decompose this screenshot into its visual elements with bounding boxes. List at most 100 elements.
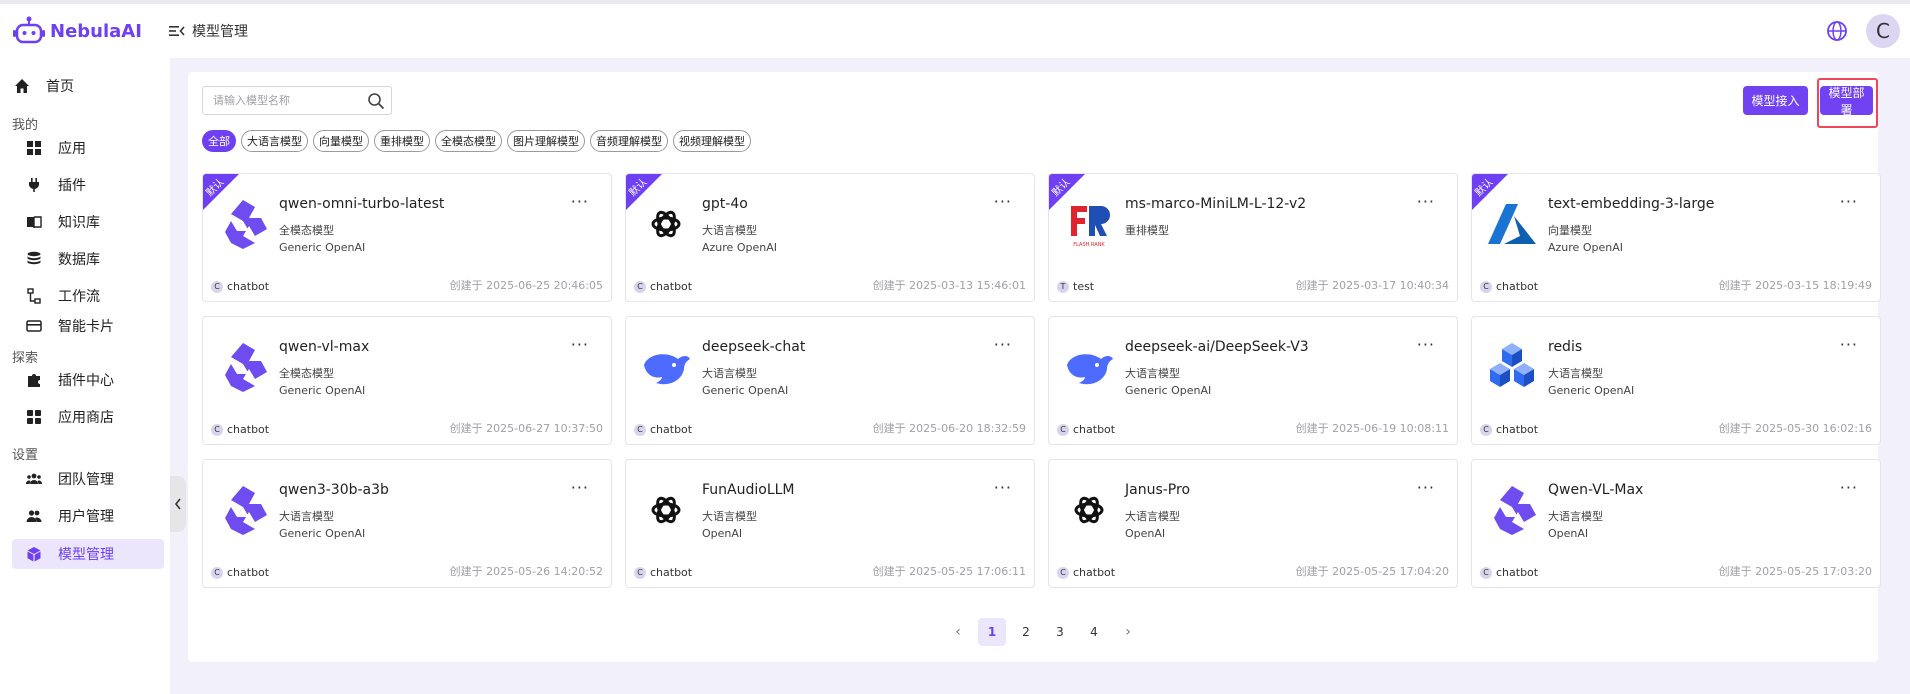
model-name: gpt-4o: [702, 196, 748, 212]
search-input[interactable]: [211, 93, 367, 108]
prev-page-button[interactable]: ‹: [944, 618, 972, 646]
sidebar-item-label: 团队管理: [58, 472, 114, 488]
users-icon: [26, 510, 42, 522]
created-time: 创建于 2025-05-25 17:06:11: [872, 565, 1026, 578]
more-options-button[interactable]: ···: [571, 478, 589, 497]
model-name: qwen-omni-turbo-latest: [279, 196, 445, 212]
filter-chip-audio[interactable]: 音频理解模型: [590, 130, 668, 152]
model-card[interactable]: Qwen-VL-Max 大语言模型 OpenAI ··· Cchatbot 创建于 202…: [1471, 459, 1881, 588]
model-card[interactable]: deepseek-ai/DeepSeek-V3 大语言模型 Generic Open…: [1048, 316, 1458, 445]
sidebar-item-knowledge[interactable]: 知识库: [12, 207, 164, 237]
sidebar-item-label: 智能卡片: [58, 319, 114, 335]
model-provider: Azure OpenAI: [702, 241, 777, 254]
page-button-3[interactable]: 3: [1046, 618, 1074, 646]
model-type: 大语言模型: [1548, 510, 1603, 523]
avatar[interactable]: C: [1866, 14, 1900, 48]
more-options-button[interactable]: ···: [571, 192, 589, 211]
home-icon: [15, 79, 29, 93]
model-card[interactable]: deepseek-chat 大语言模型 Generic OpenAI ··· Cchat…: [625, 316, 1035, 445]
brand[interactable]: NebulaAI: [12, 14, 160, 48]
filter-chip-video[interactable]: 视频理解模型: [673, 130, 751, 152]
sidebar-item-smart-card[interactable]: 智能卡片: [12, 311, 164, 341]
filter-chip-embedding[interactable]: 向量模型: [313, 130, 369, 152]
owner-name: chatbot: [1496, 566, 1539, 579]
more-options-button[interactable]: ···: [994, 335, 1012, 354]
model-owner: Cchatbot: [1480, 566, 1538, 579]
more-options-button[interactable]: ···: [1840, 478, 1858, 497]
filter-chip-image[interactable]: 图片理解模型: [507, 130, 585, 152]
model-type: 重排模型: [1125, 224, 1169, 237]
model-card[interactable]: 默认 qwen-omni-turbo-latest 全模态模型 Generic Ope…: [202, 173, 612, 302]
section-label-mine: 我的: [12, 118, 39, 133]
more-options-button[interactable]: ···: [1840, 335, 1858, 354]
globe-icon[interactable]: [1826, 20, 1848, 42]
model-card[interactable]: qwen-vl-max 全模态模型 Generic OpenAI ··· Cchatbo…: [202, 316, 612, 445]
created-time: 创建于 2025-06-20 18:32:59: [872, 422, 1026, 435]
model-import-button[interactable]: 模型接入: [1743, 86, 1808, 115]
model-card[interactable]: Janus-Pro 大语言模型 OpenAI ··· Cchatbot 创建于 2025-…: [1048, 459, 1458, 588]
sidebar-item-workflow[interactable]: 工作流: [12, 281, 164, 311]
more-options-button[interactable]: ···: [1417, 478, 1435, 497]
pagination: ‹ 1 2 3 4 ›: [944, 618, 1148, 646]
created-time: 创建于 2025-05-25 17:03:20: [1718, 565, 1872, 578]
main-panel: 模型接入 模型部署 全部 大语言模型 向量模型 重排模型 全模态模型 图片理解模…: [188, 72, 1881, 662]
created-time: 创建于 2025-06-27 10:37:50: [449, 422, 603, 435]
next-page-button[interactable]: ›: [1114, 618, 1142, 646]
model-card[interactable]: 默认 FLASH RANK ms-marco-MiniLM-L-12-v2 重排模型 ·…: [1048, 173, 1458, 302]
model-provider: Azure OpenAI: [1548, 241, 1623, 254]
filter-chip-omni[interactable]: 全模态模型: [435, 130, 502, 152]
sidebar-item-label: 模型管理: [58, 547, 114, 563]
model-type: 大语言模型: [702, 367, 757, 380]
model-owner: Cchatbot: [634, 423, 692, 436]
more-options-button[interactable]: ···: [994, 478, 1012, 497]
filter-chip-llm[interactable]: 大语言模型: [241, 130, 308, 152]
filter-chips: 全部 大语言模型 向量模型 重排模型 全模态模型 图片理解模型 音频理解模型 视…: [202, 130, 756, 152]
puzzle-icon: [28, 374, 40, 387]
model-provider: Generic OpenAI: [1548, 384, 1635, 397]
filter-chip-rerank[interactable]: 重排模型: [374, 130, 430, 152]
sidebar-item-apps[interactable]: 应用: [12, 133, 164, 163]
workflow-icon: [27, 288, 41, 304]
more-options-button[interactable]: ···: [571, 335, 589, 354]
search-box[interactable]: [202, 86, 392, 115]
page-button-1[interactable]: 1: [978, 618, 1006, 646]
page-button-2[interactable]: 2: [1012, 618, 1040, 646]
sidebar-item-label: 插件: [58, 178, 86, 194]
sidebar-item-home[interactable]: 首页: [12, 71, 164, 101]
more-options-button[interactable]: ···: [994, 192, 1012, 211]
owner-name: chatbot: [227, 423, 270, 436]
sidebar-item-model-management[interactable]: 模型管理: [12, 539, 164, 569]
owner-avatar: C: [211, 566, 223, 579]
sidebar-item-plugin-center[interactable]: 插件中心: [12, 365, 164, 395]
filter-chip-all[interactable]: 全部: [202, 130, 236, 152]
more-options-button[interactable]: ···: [1840, 192, 1858, 211]
owner-avatar: C: [211, 280, 223, 293]
model-card[interactable]: FunAudioLLM 大语言模型 OpenAI ··· Cchatbot 创建于 202…: [625, 459, 1035, 588]
owner-name: chatbot: [1073, 566, 1116, 579]
chevron-left-icon: [174, 498, 181, 510]
model-card[interactable]: 默认 text-embedding-3-large 向量模型 Azure OpenAI…: [1471, 173, 1881, 302]
model-owner: Cchatbot: [211, 280, 269, 293]
model-name: text-embedding-3-large: [1548, 196, 1715, 212]
model-type: 向量模型: [1548, 224, 1592, 237]
model-card[interactable]: redis 大语言模型 Generic OpenAI ··· Cchatbot 创建于 2…: [1471, 316, 1881, 445]
search-icon[interactable]: [367, 92, 385, 110]
sidebar-item-users[interactable]: 用户管理: [12, 501, 164, 531]
sidebar-item-app-store[interactable]: 应用商店: [12, 402, 164, 432]
model-card[interactable]: qwen3-30b-a3b 大语言模型 Generic OpenAI ··· Cchat…: [202, 459, 612, 588]
openai-icon: [638, 196, 694, 252]
section-label-settings: 设置: [12, 448, 39, 463]
owner-avatar: C: [1480, 423, 1492, 436]
sidebar-collapse-handle[interactable]: [170, 476, 186, 532]
sidebar-item-plugins[interactable]: 插件: [12, 170, 164, 200]
menu-toggle[interactable]: 模型管理: [168, 21, 248, 41]
openai-icon: [638, 482, 694, 538]
model-card[interactable]: 默认 gpt-4o 大语言模型 Azure OpenAI ··· Cchatbot 创建于 …: [625, 173, 1035, 302]
page-button-4[interactable]: 4: [1080, 618, 1108, 646]
more-options-button[interactable]: ···: [1417, 192, 1435, 211]
more-options-button[interactable]: ···: [1417, 335, 1435, 354]
sidebar-item-database[interactable]: 数据库: [12, 244, 164, 274]
model-owner: Cchatbot: [634, 566, 692, 579]
sidebar-item-team[interactable]: 团队管理: [12, 464, 164, 494]
model-deploy-button[interactable]: 模型部署: [1820, 86, 1873, 117]
